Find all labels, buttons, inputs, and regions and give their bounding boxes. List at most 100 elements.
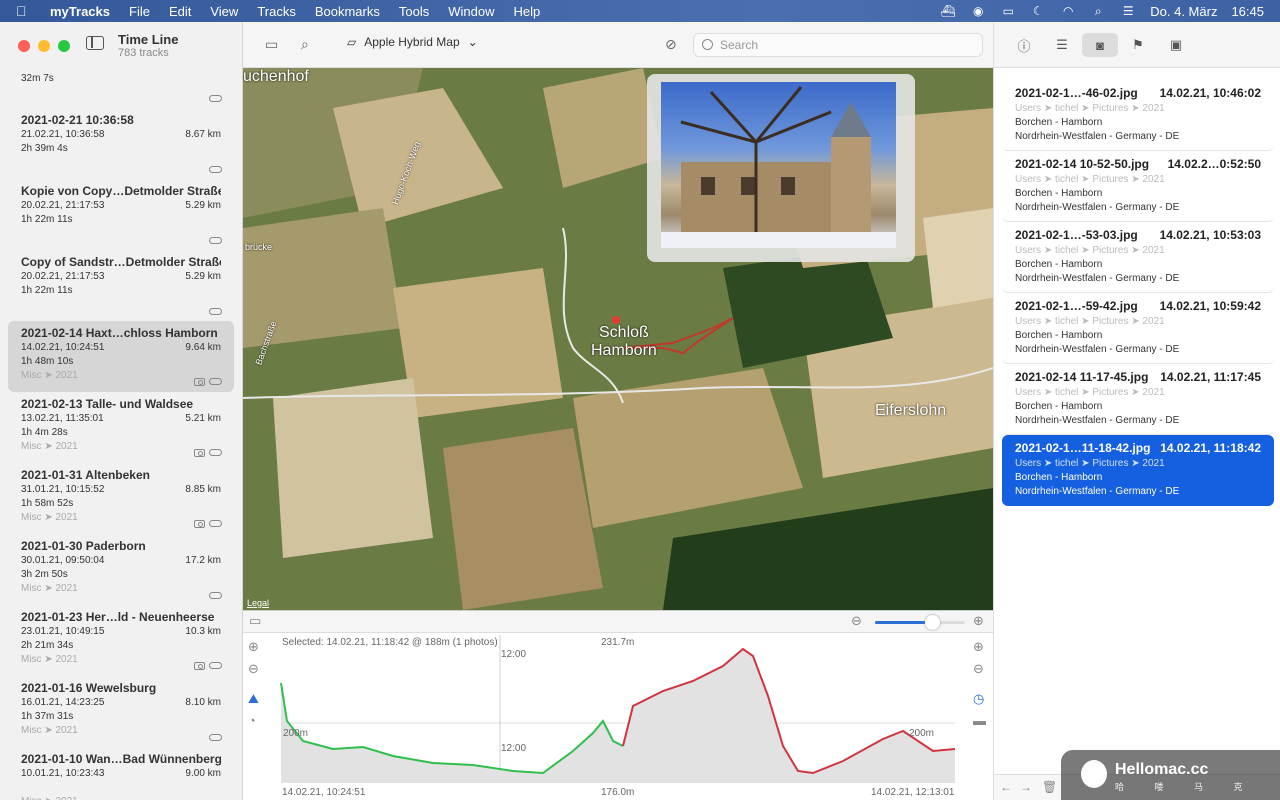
track-meta: 21.02.21, 10:36:58 8.67 km (21, 128, 221, 142)
chart-mid-label: 176.0m (601, 787, 635, 798)
cloud-icon (209, 662, 222, 669)
menu-date[interactable]: Do. 4. März (1150, 4, 1217, 19)
list-item[interactable]: 2021-01-23 Her…ld - Neuenheerse 23.01.21,… (8, 605, 234, 676)
apple-menu-icon[interactable]:  (16, 3, 36, 19)
track-name: Kopie von Copy…Detmolder Straße (21, 184, 221, 198)
cloud-icon (209, 449, 222, 456)
photo-time: 14.02.21, 10:46:02 (1159, 86, 1261, 100)
wifi-icon[interactable]: ◠ (1060, 4, 1076, 18)
list-item[interactable]: 2021-01-31 Altenbeken 31.01.21, 10:15:52 8… (8, 463, 234, 534)
photo-path: Users ➤ tichel ➤ Pictures ➤ 2021 (1015, 103, 1165, 114)
map-type-label: Apple Hybrid Map (364, 35, 460, 49)
search-icon[interactable]: ⌕ (1090, 4, 1106, 19)
photos-icon[interactable]: ▣ (1158, 33, 1194, 57)
list-item[interactable]: 2021-02-13 Talle- und Waldsee 13.02.21, 1… (8, 392, 234, 463)
track-meta: 31.01.21, 10:15:52 8.85 km (21, 483, 221, 497)
account-icon[interactable]: ◉ (970, 4, 986, 18)
search-input[interactable]: Search (693, 33, 983, 57)
folder-icon[interactable]: ▭ (265, 36, 278, 53)
list-item[interactable]: 2021-01-16 Wewelsburg 16.01.21, 14:23:25 8… (8, 676, 234, 747)
menu-help[interactable]: Help (513, 4, 540, 19)
list-item[interactable]: 32m 7s (8, 68, 234, 108)
docker-icon[interactable]: ⛴ (940, 4, 956, 18)
track-duration: 2h 21m 34s (21, 640, 74, 651)
apple-logo-icon (1081, 760, 1107, 788)
map-icon: ▱ (347, 35, 357, 49)
cloud-icon (209, 308, 222, 315)
menu-edit[interactable]: Edit (169, 4, 191, 19)
forward-arrow-icon[interactable]: → (1020, 780, 1032, 794)
photo-place: Borchen - Hamborn (1015, 330, 1103, 341)
menu-time[interactable]: 16:45 (1231, 4, 1264, 19)
track-name: 2021-01-16 Wewelsburg (21, 681, 157, 695)
menu-tools[interactable]: Tools (399, 4, 429, 19)
track-icons (209, 237, 222, 244)
cloud-icon (209, 237, 222, 244)
track-meta: 20.02.21, 21:17:53 5.29 km (21, 199, 221, 213)
track-name: 2021-01-31 Altenbeken (21, 468, 150, 482)
cloud-icon (209, 378, 222, 385)
search-icon[interactable]: ⌕ (301, 36, 309, 53)
menu-view[interactable]: View (210, 4, 238, 19)
photo-list-item[interactable]: 2021-02-14 11-17-45.jpg 14.02.21, 11:17:4… (1002, 364, 1274, 435)
track-name: 2021-02-21 10:36:58 (21, 113, 134, 127)
map-label-street-2: brücke (245, 242, 273, 252)
photo-list-item[interactable]: 2021-02-1…-53-03.jpg 14.02.21, 10:53:03 Us… (1002, 222, 1274, 293)
map-type-select[interactable]: ▱ Apple Hybrid Map ⌄ (347, 35, 478, 49)
track-icons (209, 95, 222, 102)
list-item[interactable]: Kopie von Copy…Detmolder Straße 20.02.21,… (8, 179, 234, 250)
sidebar-toggle-icon[interactable] (86, 36, 104, 50)
list-icon[interactable]: ☰ (1044, 33, 1080, 57)
moon-icon[interactable]: ☾ (1030, 4, 1046, 18)
menu-window[interactable]: Window (448, 4, 494, 19)
main-window: Time Line 783 tracks 32m 7s 2021-02-21 1… (0, 22, 1280, 800)
map-label-schloss: Schloß (599, 324, 649, 341)
photo-name: 2021-02-1…-46-02.jpg (1015, 86, 1138, 100)
list-item[interactable]: 2021-02-21 10:36:58 21.02.21, 10:36:58 8.6… (8, 108, 234, 179)
compass-icon[interactable]: ⊘ (665, 36, 677, 53)
zoom-button[interactable] (58, 40, 70, 52)
track-distance: 9.64 km (185, 342, 221, 353)
elevation-label: 200m (283, 728, 309, 739)
elevation-chart: ▭ ⊖ ⊕ Selected: 14.02.21, 11:18:42 @ 188… (243, 610, 993, 800)
list-item[interactable]: Copy of Sandstr…Detmolder Straße 20.02.21… (8, 250, 234, 321)
panel-segmented-control: ⓘ ☰ ◙ ⚑ ▣ (1006, 33, 1194, 57)
flag-icon[interactable]: ⚑ (1120, 33, 1156, 57)
menu-tracks[interactable]: Tracks (257, 4, 296, 19)
list-item[interactable]: 2021-01-30 Paderborn 30.01.21, 09:50:04 17… (8, 534, 234, 605)
track-duration-row: 2h 39m 4s (21, 142, 221, 156)
photo-list-item[interactable]: 2021-02-1…11-18-42.jpg 14.02.21, 11:18:42… (1002, 435, 1274, 506)
camera-icon (194, 449, 205, 457)
track-icons (209, 592, 222, 599)
max-elevation-label: 231.7m (601, 637, 635, 648)
battery-icon[interactable]: ▭ (1000, 4, 1016, 18)
camera-icon (194, 520, 205, 528)
photo-time: 14.02.21, 11:17:45 (1160, 370, 1261, 384)
menu-app-name[interactable]: myTracks (50, 4, 110, 19)
sidebar-subtitle: 783 tracks (118, 47, 169, 59)
photo-list-item[interactable]: 2021-02-1…-59-42.jpg 14.02.21, 10:59:42 Us… (1002, 293, 1274, 364)
photo-callout[interactable] (647, 74, 915, 262)
close-button[interactable] (18, 40, 30, 52)
minimize-button[interactable] (38, 40, 50, 52)
track-duration-row: 1h 22m 11s (21, 213, 221, 227)
list-item[interactable]: 2021-02-14 Haxt…chloss Hamborn 14.02.21, … (8, 321, 234, 392)
chart-start-label: 14.02.21, 10:24:51 (282, 787, 366, 798)
track-date: 20.02.21, 21:17:53 (21, 200, 105, 211)
back-arrow-icon[interactable]: ← (1000, 780, 1012, 794)
info-icon[interactable]: ⓘ (1006, 33, 1042, 57)
map-view[interactable]: uchenhof Schloß Hamborn Eiferslohn Hugo-… (243, 68, 993, 610)
menu-file[interactable]: File (129, 4, 150, 19)
legal-link[interactable]: Legal (247, 598, 269, 608)
cloud-icon (209, 95, 222, 102)
camera-icon[interactable]: ◙ (1082, 33, 1118, 57)
list-item[interactable]: 2021-01-10 Wan…Bad Wünnenberg 10.01.21, 1… (8, 747, 234, 800)
trash-icon[interactable]: 🗑 (1042, 780, 1057, 794)
track-distance: 9.00 km (185, 768, 221, 779)
control-center-icon[interactable]: ☰ (1120, 4, 1136, 18)
photo-list-item[interactable]: 2021-02-1…-46-02.jpg 14.02.21, 10:46:02 Us… (1002, 80, 1274, 151)
menu-bookmarks[interactable]: Bookmarks (315, 4, 380, 19)
track-duration: 1h 48m 10s (21, 356, 74, 367)
photo-list-item[interactable]: 2021-02-14 10-52-50.jpg 14.02.2…0:52:50 Us… (1002, 151, 1274, 222)
track-name: 2021-01-23 Her…ld - Neuenheerse (21, 610, 215, 624)
